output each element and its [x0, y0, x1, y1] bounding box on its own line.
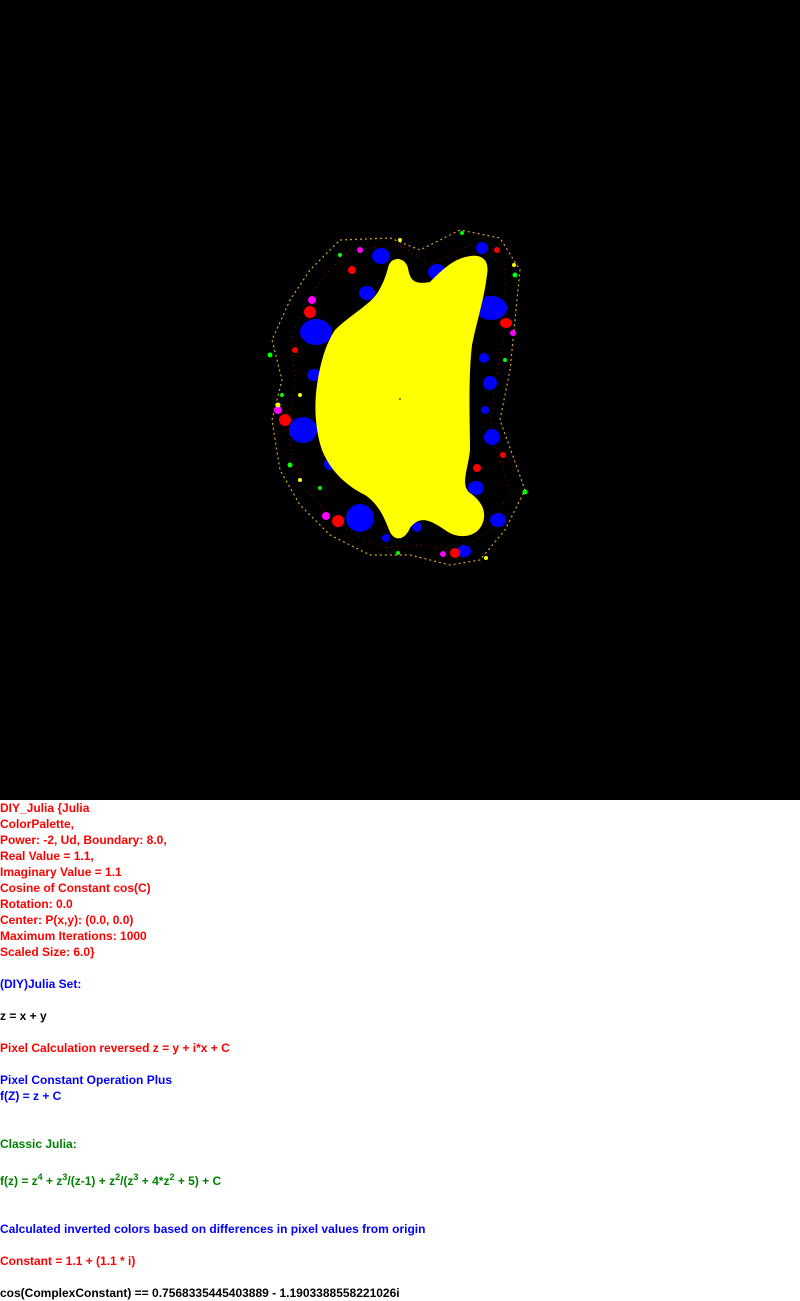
params-line-9: Maximum Iterations: 1000 [0, 929, 147, 943]
params-line-1: DIY_Julia {Julia [0, 801, 90, 815]
params-line-3: Power: -2, Ud, Boundary: 8.0, [0, 833, 167, 847]
params-line-5: Imaginary Value = 1.1 [0, 865, 122, 879]
params-line-8: Center: P(x,y): (0.0, 0.0) [0, 913, 134, 927]
params-line-10: Scaled Size: 6.0} [0, 945, 95, 959]
z-definition: z = x + y [0, 1009, 47, 1023]
colors-note: Calculated inverted colors based on diff… [0, 1222, 426, 1236]
julia-formula: f(z) = z4 + z3/(z-1) + z2/(z3 + 4*z2 + 5… [0, 1172, 222, 1189]
params-line-6: Cosine of Constant cos(C) [0, 881, 151, 895]
fractal-canvas [0, 0, 800, 800]
classic-julia-label: Classic Julia: [0, 1137, 77, 1151]
pixel-calculation: Pixel Calculation reversed z = y + i*x +… [0, 1041, 230, 1055]
cosine-constant-line: cos(ComplexConstant) == 0.75683354454038… [0, 1286, 400, 1300]
pixel-operation: Pixel Constant Operation Plus [0, 1073, 173, 1087]
params-line-4: Real Value = 1.1, [0, 849, 94, 863]
params-line-7: Rotation: 0.0 [0, 897, 73, 911]
julia-fractal-image [0, 0, 800, 800]
constant-line: Constant = 1.1 + (1.1 * i) [0, 1254, 136, 1268]
set-title: (DIY)Julia Set: [0, 977, 82, 991]
fz-formula: f(Z) = z + C [0, 1089, 62, 1103]
params-line-2: ColorPalette, [0, 817, 75, 831]
